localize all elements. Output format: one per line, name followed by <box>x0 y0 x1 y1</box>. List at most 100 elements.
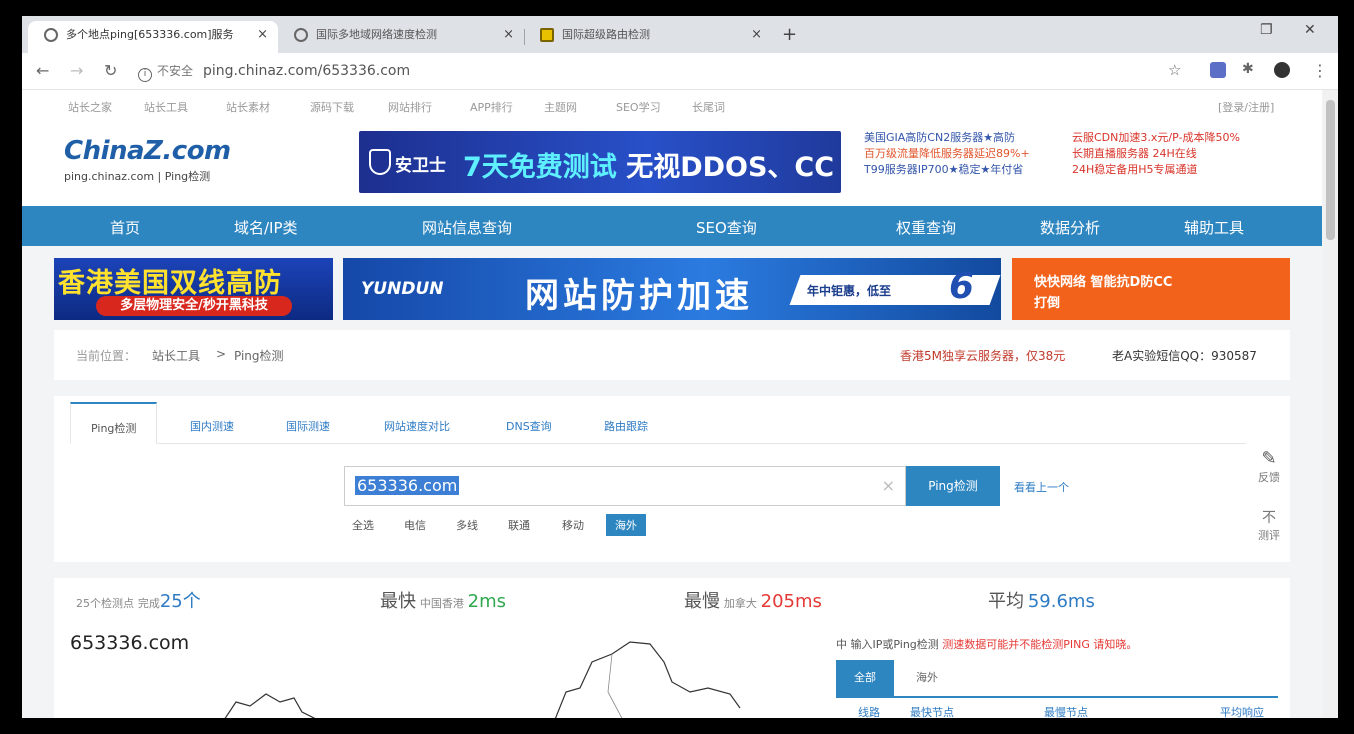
puzzle-icon[interactable]: ✱ <box>1242 61 1254 77</box>
tab-international[interactable]: 国际多地域网络速度检测 × <box>278 21 524 53</box>
result-tab-all[interactable]: 全部 <box>836 660 894 696</box>
topbar-link[interactable]: 站长工具 <box>144 99 188 115</box>
review-link[interactable]: 测评 <box>1252 527 1286 543</box>
bookmark-star-icon[interactable]: ☆ <box>1168 61 1181 79</box>
address-bar[interactable]: i 不安全 ping.chinaz.com/653336.com <box>138 57 1198 85</box>
nodes-label: 25个检测点 <box>76 597 134 610</box>
url-text[interactable]: ping.chinaz.com/653336.com <box>203 63 410 79</box>
tab-speed-compare[interactable]: 网站速度对比 <box>384 418 450 434</box>
topbar-link[interactable]: 网站排行 <box>388 99 432 115</box>
previous-link[interactable]: 看看上一个 <box>1014 479 1069 495</box>
info-icon[interactable]: i <box>138 68 152 82</box>
map-outline <box>224 641 741 718</box>
globe-icon <box>294 28 308 42</box>
ad-text-line: 百万级流量降低服务器延迟89%+ <box>864 147 1030 160</box>
topbar-link[interactable]: APP排行 <box>470 99 513 115</box>
new-tab-button[interactable]: + <box>782 24 797 45</box>
ad-text-line: 长期直播服务器 24H在线 <box>1072 147 1197 160</box>
promo-link[interactable]: 香港5M独享云服务器，仅38元 <box>900 347 1065 364</box>
tab-title: 多个地点ping[653336.com]服务 <box>66 28 234 41</box>
topbar-link[interactable]: 长尾词 <box>692 99 725 115</box>
ad-banner-ddos[interactable]: 安卫士 7天免费测试 无视DDOS、CC <box>359 131 841 193</box>
restore-window-icon[interactable]: ❐ <box>1260 22 1273 38</box>
menu-dots-icon[interactable]: ⋮ <box>1312 61 1328 80</box>
breadcrumb: 当前位置： 站长工具 > Ping检测 香港5M独享云服务器，仅38元 老A实验… <box>54 330 1290 380</box>
nav-item[interactable]: 首页 <box>110 217 140 238</box>
close-window-icon[interactable]: ✕ <box>1304 22 1316 38</box>
stat-slowest: 最慢 加拿大 205ms <box>684 587 822 613</box>
topbar-link[interactable]: 站长之家 <box>68 99 112 115</box>
clear-icon[interactable]: × <box>882 476 895 495</box>
topbar-link[interactable]: 站长素材 <box>226 99 270 115</box>
page-scrollbar[interactable] <box>1323 90 1338 718</box>
topbar-link[interactable]: SEO学习 <box>616 99 661 115</box>
breadcrumb-current: Ping检测 <box>234 349 284 363</box>
ping-input-value[interactable]: 653336.com <box>355 476 460 495</box>
ad-hk-dual-line[interactable]: 香港美国双线高防 多层物理安全/秒开黑科技 <box>54 258 333 320</box>
edit-icon[interactable]: ✎ <box>1252 448 1286 469</box>
tab-ping[interactable]: Ping检测 <box>70 402 158 444</box>
breadcrumb-label: 当前位置： <box>76 349 137 363</box>
ad-yundun[interactable]: YUNDUN 网站防护加速 年中钜惠，低至 6 <box>343 258 1001 320</box>
topbar-link[interactable]: 主题网 <box>544 99 577 115</box>
nav-item[interactable]: 网站信息查询 <box>422 217 512 238</box>
ad-text-right[interactable]: 云服CDN加速3.x元/P-成本降50% 长期直播服务器 24H在线 24H稳定… <box>1072 130 1240 178</box>
ad-text-left[interactable]: 美国GIA高防CN2服务器★高防 百万级流量降低服务器延迟89%+ T99服务器… <box>864 130 1030 178</box>
nodes-count: 25个 <box>159 591 201 612</box>
close-tab-icon[interactable]: × <box>751 21 762 49</box>
forward-icon[interactable]: → <box>70 61 83 80</box>
ad-hk-subtitle: 多层物理安全/秒开黑科技 <box>96 296 292 316</box>
ping-results: 25个检测点 完成25个 最快 中国香港 2ms 最慢 加拿大 205ms 平均… <box>54 578 1290 718</box>
column-header: 线路 <box>858 706 880 718</box>
nav-item[interactable]: 域名/IP类 <box>234 217 298 238</box>
tip-warning: 测速数据可能并不能检测PING 请知晓。 <box>942 638 1138 651</box>
site-header: ChinaZ.com ping.chinaz.com | Ping检测 安卫士 … <box>22 122 1322 206</box>
option-unicom[interactable]: 联通 <box>508 517 530 533</box>
extension-icon[interactable] <box>1210 62 1226 78</box>
ad-kuaikuai[interactable]: 快快网络 智能抗D防CC 打倒 <box>1012 258 1290 320</box>
nav-item[interactable]: 权重查询 <box>896 217 956 238</box>
login-link[interactable]: [登录/注册] <box>1218 99 1274 115</box>
result-tab-overseas[interactable]: 海外 <box>898 660 956 696</box>
profile-icon[interactable] <box>1274 62 1290 78</box>
nav-item[interactable]: 辅助工具 <box>1184 217 1244 238</box>
back-icon[interactable]: ← <box>36 61 49 80</box>
nav-item[interactable]: SEO查询 <box>696 217 757 238</box>
tab-route[interactable]: 国际超级路由检测 × <box>524 21 772 53</box>
yundun-logo: YUNDUN <box>361 279 444 299</box>
ad-hk-title: 香港美国双线高防 <box>58 268 282 299</box>
tab-strip: 多个地点ping[653336.com]服务 × 国际多地域网络速度检测 × 国… <box>22 16 1338 53</box>
side-icon[interactable]: 不 <box>1252 507 1286 527</box>
feedback-link[interactable]: 反馈 <box>1252 469 1286 485</box>
tab-domestic-speed[interactable]: 国内测速 <box>190 418 234 434</box>
browser-toolbar: ← → ↻ i 不安全 ping.chinaz.com/653336.com ☆ ✱… <box>22 53 1338 90</box>
tab-traceroute[interactable]: 路由跟踪 <box>604 418 648 434</box>
tab-title: 国际超级路由检测 <box>562 28 650 41</box>
ping-input[interactable]: 653336.com × <box>344 466 906 506</box>
scrollbar-thumb[interactable] <box>1326 100 1335 240</box>
ping-tool-panel: Ping检测 国内测速 国际测速 网站速度对比 DNS查询 路由跟踪 65333… <box>54 396 1290 562</box>
tab-intl-speed[interactable]: 国际测速 <box>286 418 330 434</box>
reload-icon[interactable]: ↻ <box>104 61 117 80</box>
fastest-label: 最快 <box>380 591 416 612</box>
option-all[interactable]: 全选 <box>352 517 374 533</box>
breadcrumb-link[interactable]: 站长工具 <box>152 347 200 364</box>
result-domain: 653336.com <box>70 632 190 654</box>
ad-yundun-discount: 6 <box>949 266 975 307</box>
stat-average: 平均 59.6ms <box>988 587 1095 613</box>
option-overseas[interactable]: 海外 <box>606 514 646 536</box>
main-navigation: 首页 域名/IP类 网站信息查询 SEO查询 权重查询 数据分析 辅助工具 <box>22 206 1322 246</box>
option-mobile[interactable]: 移动 <box>562 517 584 533</box>
tab-dns[interactable]: DNS查询 <box>506 418 552 434</box>
close-tab-icon[interactable]: × <box>503 21 514 49</box>
tab-ping-active[interactable]: 多个地点ping[653336.com]服务 × <box>28 21 278 53</box>
shield-icon <box>369 149 391 175</box>
topbar-link[interactable]: 源码下载 <box>310 99 354 115</box>
ping-button[interactable]: Ping检测 <box>906 466 1000 506</box>
close-tab-icon[interactable]: × <box>257 21 268 49</box>
option-multiline[interactable]: 多线 <box>456 517 478 533</box>
ad-text-line: 美国GIA高防CN2服务器★高防 <box>864 131 1016 144</box>
nav-item[interactable]: 数据分析 <box>1040 217 1100 238</box>
chinaz-logo[interactable]: ChinaZ.com ping.chinaz.com | Ping检测 <box>64 136 231 184</box>
option-telecom[interactable]: 电信 <box>404 517 426 533</box>
